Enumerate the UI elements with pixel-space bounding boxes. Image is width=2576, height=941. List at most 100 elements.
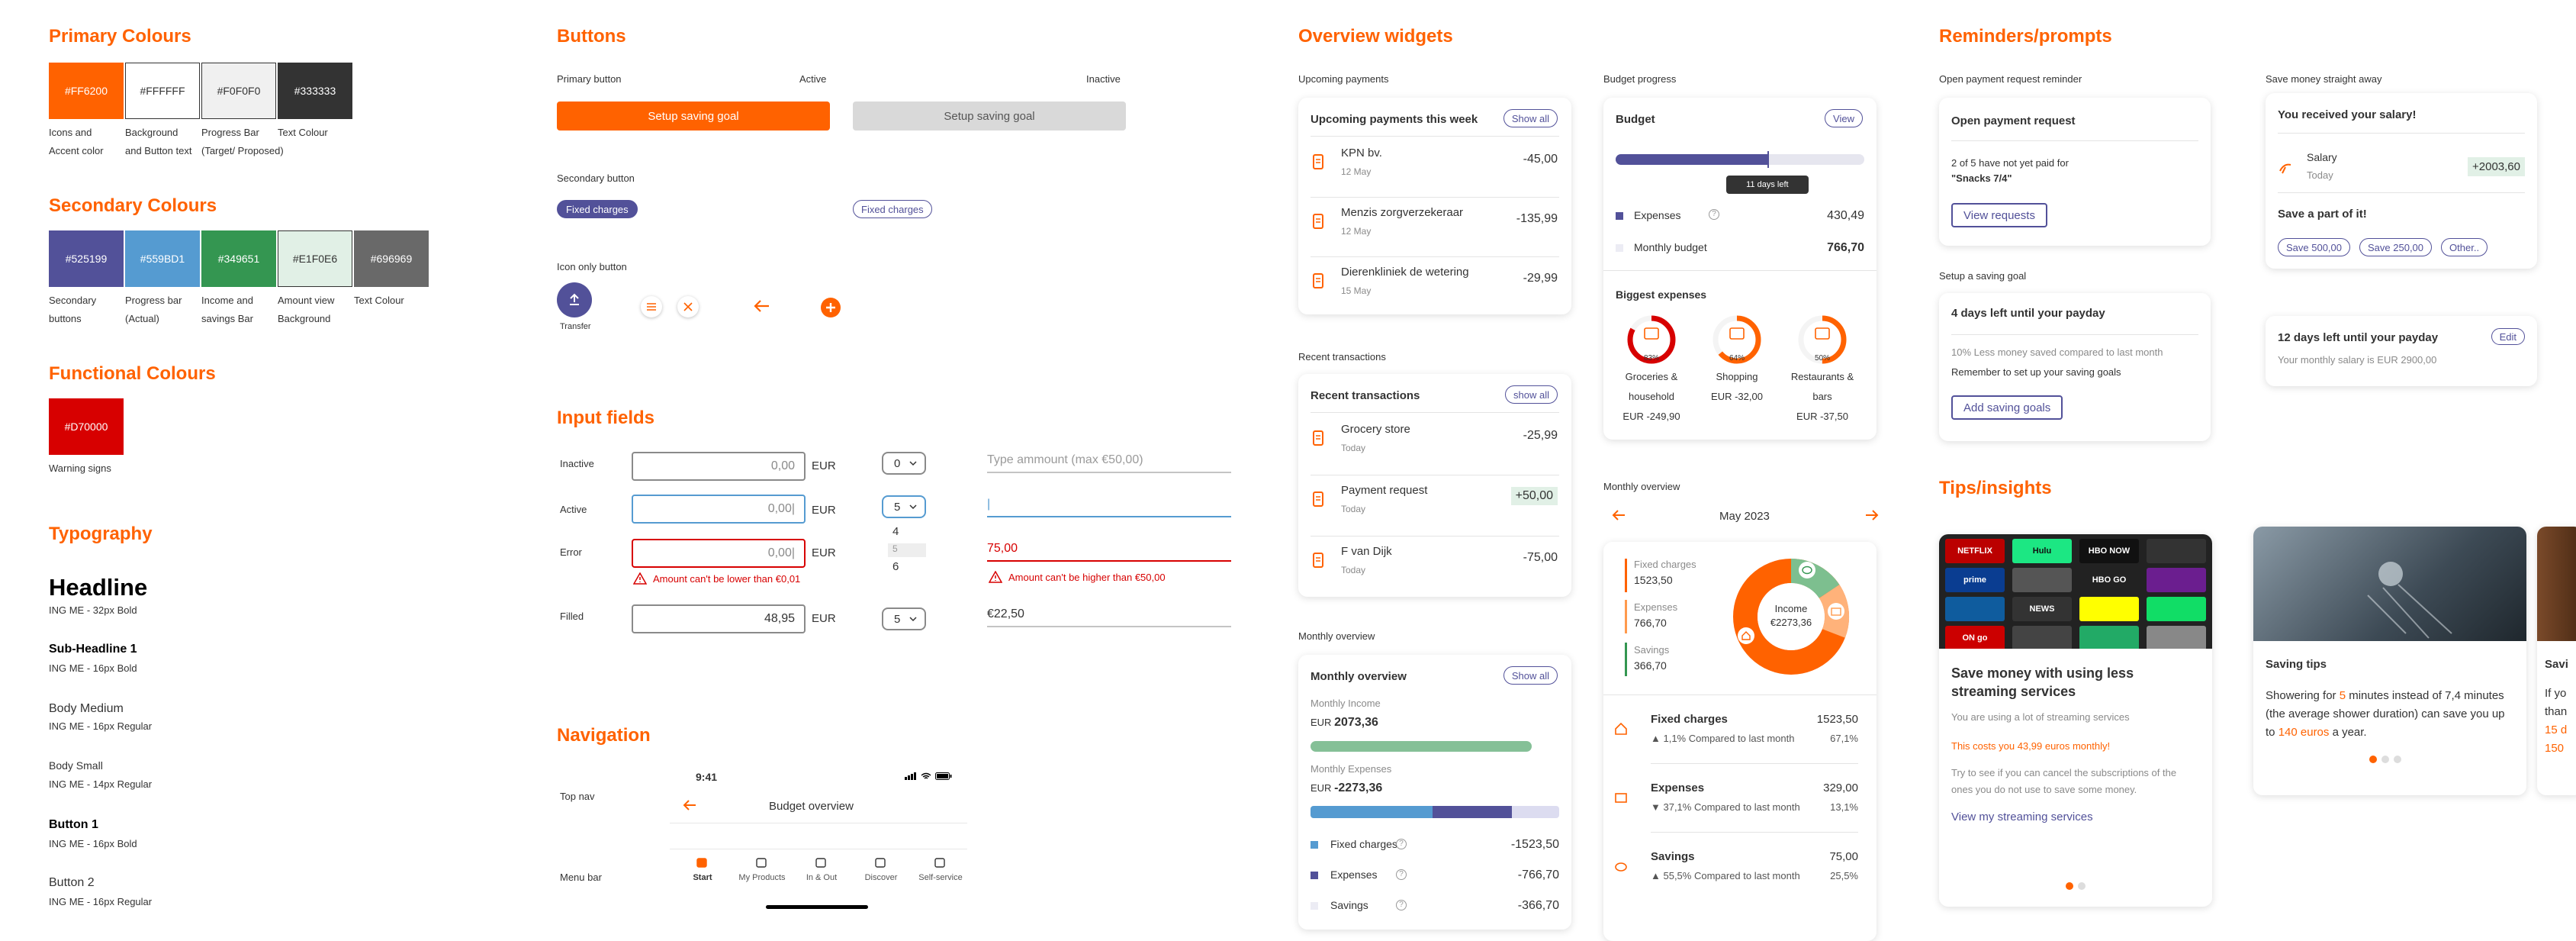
- swatch-label: Text Colour: [354, 292, 438, 310]
- error-text: Amount can't be lower than €0,01: [653, 572, 801, 585]
- tab-icon: [815, 856, 827, 872]
- fixed-charges-button-active[interactable]: Fixed charges: [557, 200, 638, 218]
- wallet-icon: [1828, 603, 1844, 620]
- quantity-dropdown-inactive[interactable]: 0: [882, 452, 926, 475]
- back-arrow-button[interactable]: [752, 298, 772, 318]
- buttons-title: Buttons: [557, 26, 626, 47]
- tip-advice: Try to see if you can cancel the subscri…: [1951, 767, 2177, 795]
- setup-saving-goal-button[interactable]: Setup saving goal: [557, 102, 830, 131]
- icon-only-button-label: Icon only button: [557, 261, 627, 272]
- swatch-label-line: Progress Bar: [201, 127, 259, 138]
- color-swatch: #525199: [49, 230, 124, 287]
- swatch-label-line: Income and: [201, 295, 253, 306]
- amount-input-filled[interactable]: 48,95: [632, 604, 806, 633]
- tab-start[interactable]: Start: [676, 873, 729, 882]
- tab-my-products[interactable]: My Products: [735, 873, 789, 882]
- menu-icon-button[interactable]: [641, 296, 662, 317]
- currency-label: EUR: [812, 546, 836, 559]
- subheadline-spec: ING ME - 16px Bold: [49, 662, 137, 674]
- legend-amount: -766,70: [1517, 868, 1559, 881]
- transaction-date: 12 May: [1341, 166, 1372, 177]
- amount-input-inactive[interactable]: 0,00: [632, 452, 806, 481]
- info-icon[interactable]: ?: [1709, 209, 1719, 220]
- transaction-icon: [1312, 430, 1324, 450]
- quantity-dropdown-filled[interactable]: 5: [882, 607, 926, 630]
- amount-underline-error[interactable]: 75,00: [987, 536, 1231, 562]
- tip-text: If yo: [2545, 687, 2567, 700]
- card-title: Recent transactions: [1311, 389, 1420, 402]
- currency-label: EUR: [812, 504, 836, 517]
- tab-in-out[interactable]: In & Out: [795, 873, 848, 882]
- view-button[interactable]: View: [1825, 109, 1863, 127]
- plus-icon: [826, 303, 835, 312]
- save-option-button[interactable]: Other..: [2441, 238, 2488, 256]
- saving-goal-label: Setup a saving goal: [1939, 270, 2027, 282]
- prev-month-button[interactable]: [1611, 508, 1626, 526]
- warning-icon: [989, 571, 1002, 583]
- dropdown-option[interactable]: 6: [892, 560, 899, 573]
- dropdown-option[interactable]: 4: [892, 525, 899, 538]
- streaming-tile: ON go: [1945, 626, 2005, 649]
- dropdown-option-selected[interactable]: 5: [888, 543, 926, 557]
- view-requests-button[interactable]: View requests: [1951, 203, 2047, 227]
- next-month-button[interactable]: [1864, 508, 1880, 526]
- swatch-label-line: Warning signs: [49, 462, 111, 474]
- amount-underline-filled[interactable]: €22,50: [987, 601, 1231, 627]
- category-amount: EUR -32,00: [1711, 391, 1763, 402]
- legend-amount: -366,70: [1517, 899, 1559, 912]
- primary-colours-title: Primary Colours: [49, 26, 191, 47]
- piggy-icon: [1799, 562, 1815, 578]
- category-amount: 1523,50: [1816, 713, 1858, 726]
- expenses-bar: [1311, 806, 1559, 818]
- show-all-button[interactable]: show all: [1505, 385, 1558, 404]
- show-all-button[interactable]: Show all: [1503, 109, 1558, 127]
- category-name: Restaurants &: [1790, 371, 1854, 382]
- info-icon[interactable]: ?: [1396, 900, 1407, 910]
- partial-tip-card: Savi If yo than 15 d 150: [2537, 527, 2576, 795]
- transaction-name: Payment request: [1341, 484, 1428, 497]
- amount-input-active[interactable]: 0,00|: [632, 495, 806, 524]
- info-icon[interactable]: ?: [1396, 839, 1407, 849]
- amount-underline-active[interactable]: |: [987, 491, 1231, 517]
- streaming-tile: [1945, 597, 2005, 621]
- income-label: Monthly Income: [1311, 698, 1381, 709]
- quantity-dropdown-active[interactable]: 5: [882, 495, 926, 518]
- upcoming-payments-card: Upcoming payments this week Show all KPN…: [1298, 98, 1571, 314]
- category-percent: 13,1%: [1830, 801, 1858, 813]
- view-streaming-link[interactable]: View my streaming services: [1951, 810, 2093, 823]
- streaming-tile: [2079, 597, 2139, 621]
- headline-sample: Headline: [49, 574, 148, 601]
- saving-reminder: Remember to set up your saving goals: [1951, 366, 2121, 378]
- legend-amount: -1523,50: [1510, 838, 1559, 851]
- add-button[interactable]: [821, 298, 841, 317]
- dropdown-value: 0: [894, 456, 901, 470]
- card-title: 4 days left until your payday: [1951, 307, 2105, 320]
- menu-bar-label: Menu bar: [560, 872, 602, 883]
- info-icon[interactable]: ?: [1396, 869, 1407, 880]
- save-option-button[interactable]: Save 500,00: [2278, 238, 2351, 256]
- show-all-button[interactable]: Show all: [1503, 666, 1558, 685]
- fixed-charges-button-inactive[interactable]: Fixed charges: [853, 200, 932, 218]
- transfer-button[interactable]: [557, 282, 592, 317]
- button1-sample: Button 1: [49, 818, 98, 831]
- tab-self-service[interactable]: Self-service: [914, 873, 967, 882]
- tab-discover[interactable]: Discover: [854, 873, 908, 882]
- recent-transactions-label: Recent transactions: [1298, 351, 1386, 363]
- payment-line: 2 of 5 have not yet paid for: [1951, 157, 2069, 169]
- amount-input-error[interactable]: 0,00|: [632, 539, 806, 568]
- streaming-tile: NETFLIX: [1945, 539, 2005, 563]
- category-delta: ▲ 55,5% Compared to last month: [1651, 870, 1800, 881]
- category-amount: EUR -249,90: [1622, 411, 1680, 422]
- active-label: Active: [799, 73, 827, 85]
- saving-stat: 10% Less money saved compared to last mo…: [1951, 346, 2163, 358]
- category-name: Fixed charges: [1651, 713, 1728, 726]
- tip-line: You are using a lot of streaming service…: [1951, 711, 2130, 723]
- close-icon-button[interactable]: [677, 296, 699, 317]
- carousel-dots[interactable]: [2066, 882, 2086, 890]
- nav-back-button[interactable]: [682, 798, 697, 816]
- amount-underline-inactive[interactable]: Type ammount (max €50,00): [987, 447, 1231, 473]
- edit-button[interactable]: Edit: [2491, 328, 2525, 345]
- carousel-dots[interactable]: [2369, 756, 2401, 763]
- add-saving-goals-button[interactable]: Add saving goals: [1951, 395, 2063, 420]
- save-option-button[interactable]: Save 250,00: [2359, 238, 2433, 256]
